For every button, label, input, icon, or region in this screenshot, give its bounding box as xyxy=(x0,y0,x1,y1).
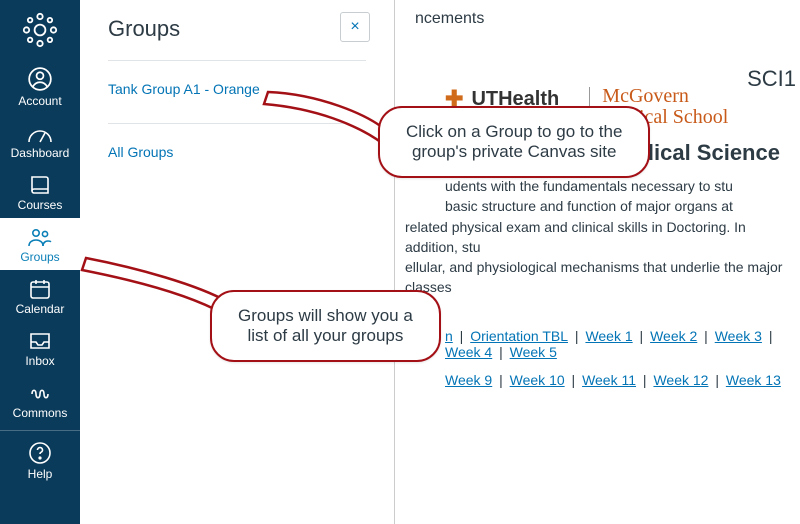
week-link[interactable]: Week 12 xyxy=(653,372,708,388)
nav-groups[interactable]: Groups xyxy=(0,218,80,270)
week-link[interactable]: Week 11 xyxy=(582,372,636,388)
tray-title: Groups xyxy=(108,16,366,42)
book-icon xyxy=(28,174,52,196)
week-link[interactable]: n xyxy=(445,328,453,344)
user-icon xyxy=(27,66,53,92)
week-link[interactable]: Week 1 xyxy=(585,328,632,344)
week-link[interactable]: Week 4 xyxy=(445,344,492,360)
week-link[interactable]: Week 3 xyxy=(715,328,762,344)
nav-calendar[interactable]: Calendar xyxy=(0,270,80,322)
week-links-row2: Week 9 | Week 10 | Week 11 | Week 12 | W… xyxy=(405,372,800,388)
groups-tray: × Groups Tank Group A1 - Orange All Grou… xyxy=(80,0,395,524)
help-icon xyxy=(28,441,52,465)
close-button[interactable]: × xyxy=(340,12,370,42)
week-link[interactable]: Orientation TBL xyxy=(470,328,568,344)
nav-inbox[interactable]: Inbox xyxy=(0,322,80,374)
global-nav: Account Dashboard Courses Groups Calenda… xyxy=(0,0,80,524)
commons-icon xyxy=(28,382,52,404)
week-link[interactable]: Week 5 xyxy=(510,344,557,360)
nav-account[interactable]: Account xyxy=(0,58,80,114)
nav-commons[interactable]: Commons xyxy=(0,374,80,426)
gauge-icon xyxy=(27,122,53,144)
nav-calendar-label: Calendar xyxy=(16,302,65,316)
week-link[interactable]: Week 10 xyxy=(510,372,565,388)
week-link[interactable]: Week 2 xyxy=(650,328,697,344)
course-description: udents with the fundamentals necessary t… xyxy=(405,176,800,298)
inbox-icon xyxy=(28,330,52,352)
breadcrumb-fragment: ncements xyxy=(405,10,800,28)
nav-commons-label: Commons xyxy=(13,406,68,420)
nav-help[interactable]: Help xyxy=(0,430,80,487)
week-link[interactable]: Week 9 xyxy=(445,372,492,388)
course-code-fragment: SCI1 xyxy=(747,66,796,92)
nav-courses-label: Courses xyxy=(18,198,63,212)
group-link[interactable]: Tank Group A1 - Orange xyxy=(108,75,366,115)
nav-inbox-label: Inbox xyxy=(25,354,54,368)
page-content: ncements SCI1 ✚ UTHealth The University … xyxy=(395,0,800,524)
divider xyxy=(108,123,366,124)
calendar-icon xyxy=(28,278,52,300)
divider xyxy=(108,60,366,61)
callout-groups-nav: Groups will show you a list of all your … xyxy=(210,290,441,362)
people-icon xyxy=(26,226,54,248)
nav-groups-label: Groups xyxy=(20,250,59,264)
week-links-row1: n | Orientation TBL | Week 1 | Week 2 | … xyxy=(405,328,800,360)
nav-help-label: Help xyxy=(28,467,53,481)
canvas-logo-icon xyxy=(22,12,58,48)
nav-courses[interactable]: Courses xyxy=(0,166,80,218)
close-icon: × xyxy=(350,18,359,36)
nav-account-label: Account xyxy=(18,94,61,108)
week-link[interactable]: Week 13 xyxy=(726,372,781,388)
nav-dashboard[interactable]: Dashboard xyxy=(0,114,80,166)
callout-group-link: Click on a Group to go to the group's pr… xyxy=(378,106,650,178)
all-groups-link[interactable]: All Groups xyxy=(108,138,366,166)
nav-dashboard-label: Dashboard xyxy=(11,146,70,160)
